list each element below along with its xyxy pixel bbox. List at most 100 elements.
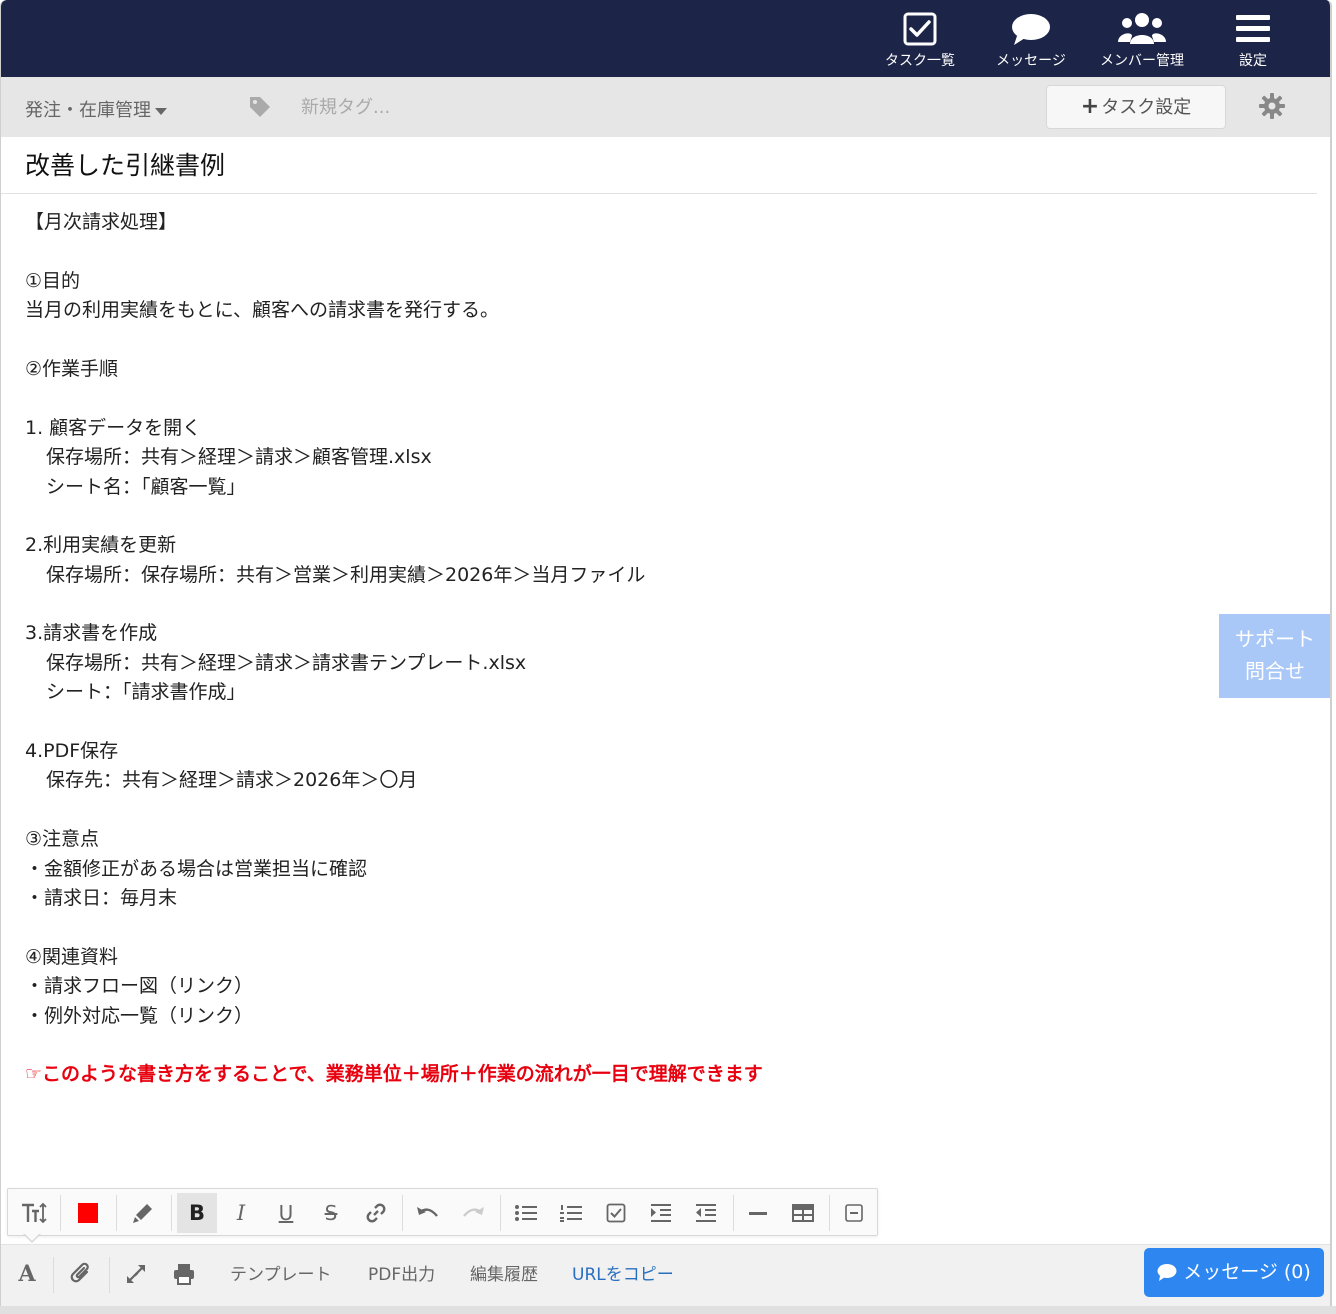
top-nav-bar: タスク一覧 メッセージ メンバー管理 設定	[1, 0, 1330, 77]
text-format-toggle-button[interactable]: A	[12, 1259, 42, 1289]
toolbar-pointer-inner	[24, 1233, 40, 1241]
bullet-list-button[interactable]	[506, 1193, 546, 1233]
speech-bubble-icon	[1157, 1264, 1177, 1281]
new-tag-input[interactable]	[293, 91, 593, 123]
text-size-icon	[22, 1202, 47, 1224]
nav-member-management[interactable]: メンバー管理	[1092, 8, 1192, 72]
italic-icon: I	[236, 1201, 246, 1225]
hamburger-menu-icon	[1236, 15, 1270, 42]
attach-file-button[interactable]	[66, 1259, 96, 1289]
gear-icon[interactable]	[1259, 93, 1285, 119]
task-setting-button[interactable]: + タスク設定	[1046, 85, 1226, 129]
title-divider	[1, 193, 1317, 194]
letter-a-icon: A	[18, 1261, 36, 1287]
message-button-label: メッセージ (0)	[1183, 1261, 1311, 1283]
paperclip-icon	[70, 1262, 89, 1283]
document-line: 保存場所：共有＞経理＞請求＞請求書テンプレート.xlsx	[46, 651, 527, 674]
bold-button[interactable]: B	[177, 1193, 217, 1233]
outdent-button[interactable]	[686, 1193, 726, 1233]
text-size-button[interactable]	[14, 1193, 54, 1233]
toolbar-separator	[60, 1195, 61, 1231]
bottom-separator	[53, 1257, 54, 1293]
outdent-icon	[696, 1204, 716, 1222]
undo-icon	[417, 1207, 438, 1217]
indent-icon	[651, 1204, 671, 1222]
indent-button[interactable]	[641, 1193, 681, 1233]
speech-bubble-icon	[1012, 14, 1050, 45]
print-button[interactable]	[169, 1259, 199, 1289]
document-line: シート：「請求書作成」	[46, 681, 246, 704]
printer-icon	[174, 1264, 194, 1285]
document-line: 1. 顧客データを開く	[25, 416, 202, 439]
document-line: シート名：「顧客一覧」	[46, 475, 246, 498]
app-window: タスク一覧 メッセージ メンバー管理 設定 発注・在庫管理 新規タグ... + …	[0, 0, 1332, 1314]
strikethrough-icon: S	[324, 1201, 338, 1225]
formatting-toolbar: B I U S	[7, 1188, 878, 1236]
toolbar-separator	[829, 1195, 830, 1231]
copy-url-link[interactable]: URLをコピー	[572, 1260, 674, 1285]
support-line1: サポート	[1235, 627, 1315, 651]
link-button[interactable]	[356, 1193, 396, 1233]
tag-icon	[250, 97, 270, 117]
nav-messages-label: メッセージ	[996, 53, 1066, 69]
category-label: 発注・在庫管理	[25, 100, 151, 121]
undo-button[interactable]	[408, 1193, 448, 1233]
expand-button[interactable]	[121, 1259, 151, 1289]
numbered-list-button[interactable]	[551, 1193, 591, 1233]
pdf-export-link[interactable]: PDF出力	[368, 1260, 435, 1285]
collapse-button[interactable]	[834, 1193, 874, 1233]
document-line: ③注意点	[25, 828, 100, 851]
document-line: ・請求日：毎月末	[25, 886, 178, 909]
nav-messages[interactable]: メッセージ	[981, 8, 1081, 72]
redo-button[interactable]	[453, 1193, 493, 1233]
expand-icon	[127, 1265, 145, 1283]
underline-button[interactable]: U	[266, 1193, 306, 1233]
document-line: 3.請求書を作成	[25, 622, 158, 645]
nav-task-list-label: タスク一覧	[885, 53, 955, 69]
minus-square-icon	[845, 1204, 863, 1222]
bottom-action-bar: A テンプレート PDF出力 編集履歴 URLをコピー メッセージ (0)	[1, 1244, 1330, 1306]
strikethrough-button[interactable]: S	[311, 1193, 351, 1233]
nav-settings[interactable]: 設定	[1203, 8, 1303, 72]
document-body[interactable]: 【月次請求処理】 ①目的 当月の利用実績をもとに、顧客への請求書を発行する。 ②作業手…	[25, 208, 1205, 1090]
table-button[interactable]	[783, 1193, 823, 1233]
font-color-button[interactable]	[68, 1193, 108, 1233]
underline-icon: U	[278, 1201, 294, 1225]
task-header-bar: 発注・在庫管理 +タスク設定	[1, 77, 1330, 137]
template-link[interactable]: テンプレート	[230, 1260, 332, 1285]
marker-icon	[133, 1204, 152, 1223]
document-line: 当月の利用実績をもとに、顧客への請求書を発行する。	[25, 299, 500, 322]
document-line: ・金額修正がある場合は営業担当に確認	[25, 857, 368, 880]
document-line: ②作業手順	[25, 357, 119, 380]
italic-button[interactable]: I	[221, 1193, 261, 1233]
table-icon	[792, 1204, 814, 1222]
bullet-list-icon	[515, 1205, 537, 1221]
toolbar-separator	[500, 1195, 501, 1231]
category-dropdown[interactable]: 発注・在庫管理	[25, 96, 167, 122]
document-line: ・請求フロー図（リンク）	[25, 975, 254, 998]
document-line: ④関連資料	[25, 945, 119, 968]
document-line: 保存先：共有＞経理＞請求＞2026年＞〇月	[46, 769, 418, 792]
edit-history-link[interactable]: 編集履歴	[470, 1260, 538, 1285]
highlight-button[interactable]	[123, 1193, 163, 1233]
support-contact-button[interactable]: サポート 問合せ	[1219, 614, 1330, 698]
checklist-button[interactable]	[596, 1193, 636, 1233]
message-button[interactable]: メッセージ (0)	[1144, 1248, 1324, 1297]
link-icon	[366, 1203, 386, 1223]
numbered-list-icon	[560, 1205, 582, 1222]
checkbox-icon	[903, 12, 937, 46]
document-line: 保存場所：保存場所：共有＞営業＞利用実績＞2026年＞当月ファイル	[46, 563, 646, 586]
horizontal-rule-button[interactable]	[738, 1193, 778, 1233]
red-color-swatch	[78, 1203, 98, 1223]
document-title[interactable]: 改善した引継書例	[25, 146, 225, 182]
users-icon	[1118, 13, 1166, 44]
nav-task-list[interactable]: タスク一覧	[870, 8, 970, 72]
bold-icon: B	[188, 1201, 205, 1225]
window-bottom-edge	[0, 1306, 1336, 1314]
